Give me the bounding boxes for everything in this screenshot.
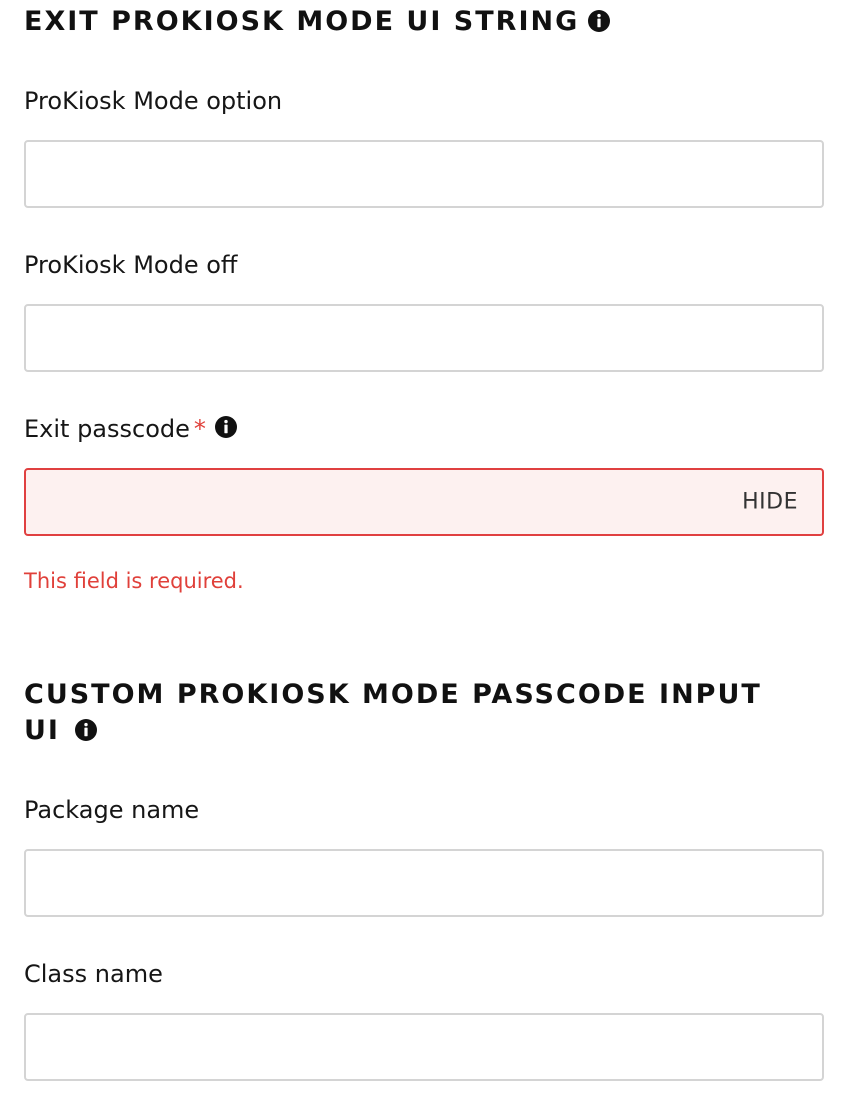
class-name-field[interactable] [24, 1013, 824, 1081]
custom-section-title-line2: UI [24, 713, 821, 749]
package-name-label: Package name [24, 796, 200, 824]
exit-section-header: EXIT PROKIOSK MODE UI STRING [24, 4, 611, 40]
class-name-label: Class name [24, 960, 163, 988]
custom-section-title: CUSTOM PROKIOSK MODE PASSCODE INPUT [24, 679, 762, 710]
info-circle-icon[interactable] [214, 415, 238, 439]
info-circle-icon[interactable] [74, 718, 98, 742]
required-marker: * [193, 415, 206, 443]
exit-passcode-input[interactable] [26, 470, 822, 534]
info-circle-icon[interactable] [587, 9, 611, 33]
exit-passcode-group: Exit passcode * [24, 414, 238, 444]
class-name-group: Class name [24, 959, 163, 989]
package-name-input[interactable] [26, 851, 822, 915]
mode-off-input[interactable] [26, 306, 822, 370]
exit-passcode-field[interactable]: HIDE [24, 468, 824, 536]
mode-option-field[interactable] [24, 140, 824, 208]
mode-option-label: ProKiosk Mode option [24, 87, 283, 115]
hide-passcode-toggle[interactable]: HIDE [742, 490, 798, 515]
mode-off-group: ProKiosk Mode off [24, 250, 237, 280]
exit-passcode-error: This field is required. [24, 569, 244, 593]
exit-section-title-text: EXIT PROKIOSK MODE UI STRING [24, 6, 580, 37]
exit-section-title: EXIT PROKIOSK MODE UI STRING [24, 4, 611, 40]
mode-off-field[interactable] [24, 304, 824, 372]
exit-passcode-label: Exit passcode [24, 415, 190, 443]
mode-option-input[interactable] [26, 142, 822, 206]
package-name-field[interactable] [24, 849, 824, 917]
exit-passcode-label-row: Exit passcode * [24, 414, 238, 444]
exit-passcode-error-row: This field is required. [24, 567, 244, 595]
class-name-input[interactable] [26, 1015, 822, 1079]
package-name-group: Package name [24, 795, 199, 825]
mode-off-label: ProKiosk Mode off [24, 251, 238, 279]
custom-section-title-text: UI [24, 715, 60, 746]
mode-option-group: ProKiosk Mode option [24, 86, 282, 116]
custom-section-header: CUSTOM PROKIOSK MODE PASSCODE INPUT UI [24, 677, 821, 749]
